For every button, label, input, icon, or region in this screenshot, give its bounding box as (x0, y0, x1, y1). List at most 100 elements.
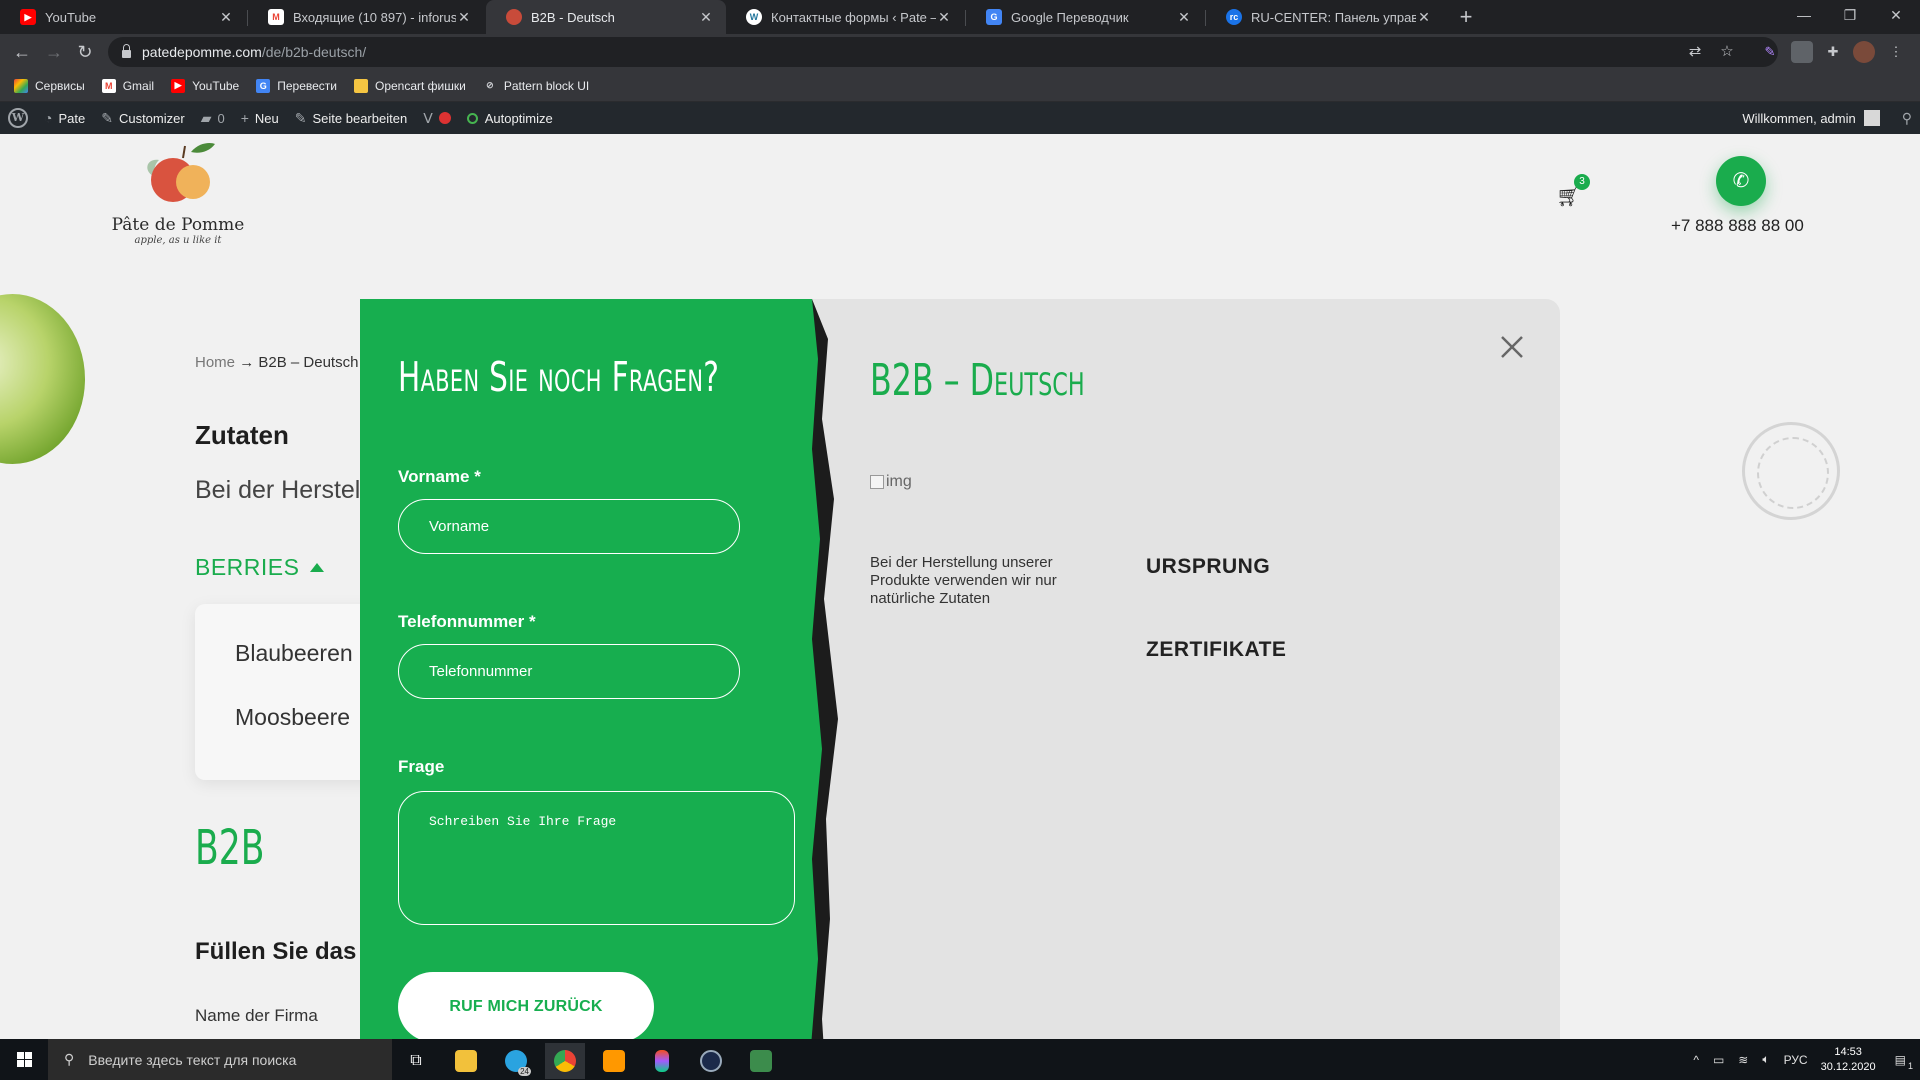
close-tab-icon[interactable]: ✕ (1176, 9, 1192, 26)
green-apple-decoration (0, 294, 85, 464)
notification-icon[interactable]: ▤ 1 (1895, 1053, 1913, 1071)
natural-product-badge (1742, 422, 1840, 520)
clock-date: 30.12.2020 (1820, 1060, 1876, 1073)
gmail-icon: M (101, 78, 116, 93)
close-tab-icon[interactable]: ✕ (936, 9, 952, 26)
site-logo[interactable]: Pâte de Pomme apple, as u like it (108, 138, 248, 246)
logo-tagline: apple, as u like it (134, 235, 222, 246)
minimize-button[interactable]: — (1781, 0, 1827, 30)
wp-site-menu[interactable]: ◔ Pate (36, 102, 93, 134)
windows-taskbar: ⚲ Введите здесь текст для поиска (0, 1039, 1920, 1080)
wp-autoptimize[interactable]: Autoptimize (459, 102, 561, 134)
wp-edit-page[interactable]: ✎ Seite bearbeiten (287, 102, 415, 134)
extension-square-icon[interactable] (1791, 41, 1813, 63)
start-button[interactable] (0, 1039, 48, 1080)
bookmark-services[interactable]: Сервисы (14, 78, 85, 93)
wp-new-label: Neu (254, 110, 279, 126)
wp-greeting[interactable]: Willkommen, admin (1742, 111, 1855, 126)
tab-gmail[interactable]: M Входящие (10 897) - inforuslan7 ✕ (248, 0, 484, 34)
forward-button[interactable]: → (42, 40, 66, 64)
breadcrumb-home[interactable]: Home (195, 354, 235, 371)
close-tab-icon[interactable]: ✕ (1416, 9, 1432, 26)
wp-yoast[interactable]: ⴸ (415, 102, 459, 134)
search-icon: ⚲ (64, 1051, 75, 1067)
frage-textarea[interactable] (398, 791, 795, 925)
ursprung-link[interactable]: URSPRUNG (1146, 555, 1270, 579)
chrome-menu-icon[interactable]: ⋮ (1885, 41, 1907, 63)
tab-youtube[interactable]: ▶ YouTube ✕ (0, 0, 246, 34)
close-tab-icon[interactable]: ✕ (218, 9, 234, 26)
zertifikate-link[interactable]: ZERTIFIKATE (1146, 638, 1286, 662)
taskbar-explorer[interactable] (446, 1043, 486, 1079)
wordpress-icon: W (746, 9, 762, 25)
vorname-input[interactable] (398, 499, 740, 554)
extension-pen-icon[interactable]: ✎ (1759, 41, 1781, 63)
berries-list: Blaubeeren Moosbeere (195, 604, 385, 780)
tab-b2b-deutsch[interactable]: B2B - Deutsch ✕ (486, 0, 726, 34)
taskbar-cinema4d[interactable] (691, 1043, 731, 1079)
wp-comments[interactable]: ▰ 0 (193, 102, 233, 134)
autoptimize-status-icon (466, 112, 478, 124)
url-host: patedepomme.com (142, 44, 262, 60)
bookmark-opencart[interactable]: Opencart фишки (353, 78, 466, 93)
logo-name: Pâte de Pomme (111, 215, 245, 235)
contact-modal: Haben Sie noch Fragen? Vorname * Telefon… (360, 299, 1560, 1039)
wp-new[interactable]: + Neu (233, 102, 287, 134)
caret-up-icon (310, 563, 325, 572)
browser-tab-strip: ▶ YouTube ✕ M Входящие (10 897) - inforu… (0, 0, 1920, 34)
link-icon: ⊘ (486, 80, 494, 90)
language-indicator[interactable]: РУС (1784, 1053, 1808, 1067)
wp-customizer-label: Customizer (118, 110, 185, 126)
bookmark-label: Gmail (122, 78, 155, 93)
close-icon[interactable] (1494, 329, 1530, 365)
bookmark-gmail[interactable]: M Gmail (101, 78, 155, 93)
back-button[interactable]: ← (10, 40, 34, 64)
wp-customizer[interactable]: ✎ Customizer (93, 102, 192, 134)
taskbar-app[interactable] (741, 1043, 781, 1079)
bookmark-youtube[interactable]: ▶ YouTube (171, 78, 239, 93)
bookmark-star-icon[interactable]: ☆ (1716, 41, 1738, 63)
modal-description: Bei der Herstellung unserer Produkte ver… (870, 554, 1057, 607)
breadcrumb: Home → B2B – Deutsch (195, 354, 358, 371)
system-clock[interactable]: 14:53 30.12.2020 (1821, 1045, 1876, 1075)
tab-ru-center[interactable]: rc RU-CENTER: Панель управления ✕ (1206, 0, 1444, 34)
battery-icon[interactable]: ▭ (1713, 1053, 1724, 1067)
taskbar-search-placeholder: Введите здесь текст для поиска (88, 1051, 297, 1068)
profile-avatar[interactable] (1853, 41, 1875, 63)
tab-title: YouTube (45, 9, 97, 25)
chevron-up-icon[interactable]: ^ (1693, 1053, 1699, 1067)
taskbar-search[interactable]: ⚲ Введите здесь текст для поиска (48, 1039, 392, 1080)
seo-status-dot (438, 112, 451, 124)
tab-wordpress[interactable]: W Контактные формы ‹ Pate — Wo ✕ (726, 0, 964, 34)
restore-button[interactable]: ❐ (1827, 0, 1873, 30)
reload-button[interactable]: ↻ (73, 40, 97, 64)
tab-google-translate[interactable]: G Google Переводчик ✕ (966, 0, 1204, 34)
taskbar-chrome[interactable] (545, 1043, 585, 1079)
telefon-input[interactable] (398, 644, 740, 699)
taskbar-telegram[interactable]: 24 (496, 1043, 536, 1079)
phone-number[interactable]: +7 888 888 88 00 (1671, 216, 1804, 236)
task-view-button[interactable]: ⧉ (396, 1043, 436, 1079)
avatar[interactable] (1863, 110, 1880, 126)
address-bar[interactable]: patedepomme.com /de/b2b-deutsch/ ⇄ ☆ (108, 37, 1778, 67)
callback-submit-button[interactable]: RUF MICH ZURÜCK (398, 972, 654, 1039)
wp-logo-menu[interactable]: W (0, 102, 36, 134)
phone-call-button[interactable]: ✆ (1716, 156, 1766, 206)
berries-toggle[interactable]: BERRIES (195, 554, 325, 581)
close-tab-icon[interactable]: ✕ (698, 9, 714, 26)
form-heading: Füllen Sie das (195, 938, 357, 965)
taskbar-sublime[interactable] (594, 1043, 634, 1079)
taskbar-figma[interactable] (642, 1043, 682, 1079)
yoast-icon: ⴸ (423, 109, 433, 126)
new-tab-button[interactable]: + (1453, 4, 1479, 30)
bookmark-translate[interactable]: G Перевести (256, 78, 337, 93)
close-tab-icon[interactable]: ✕ (456, 9, 472, 26)
page-content: Pâte de Pomme apple, as u like it Home →… (0, 134, 1920, 1039)
extensions-puzzle-icon[interactable]: ✚ (1822, 41, 1844, 63)
wifi-icon[interactable]: ≋ (1738, 1053, 1748, 1067)
close-window-button[interactable]: ✕ (1873, 0, 1919, 30)
translate-page-icon[interactable]: ⇄ (1684, 41, 1706, 63)
bookmark-pattern-block[interactable]: ⊘ Pattern block UI (483, 79, 589, 93)
volume-icon[interactable]: 🔈︎ (1762, 1052, 1769, 1067)
search-icon[interactable]: ⚲ (1902, 110, 1912, 127)
